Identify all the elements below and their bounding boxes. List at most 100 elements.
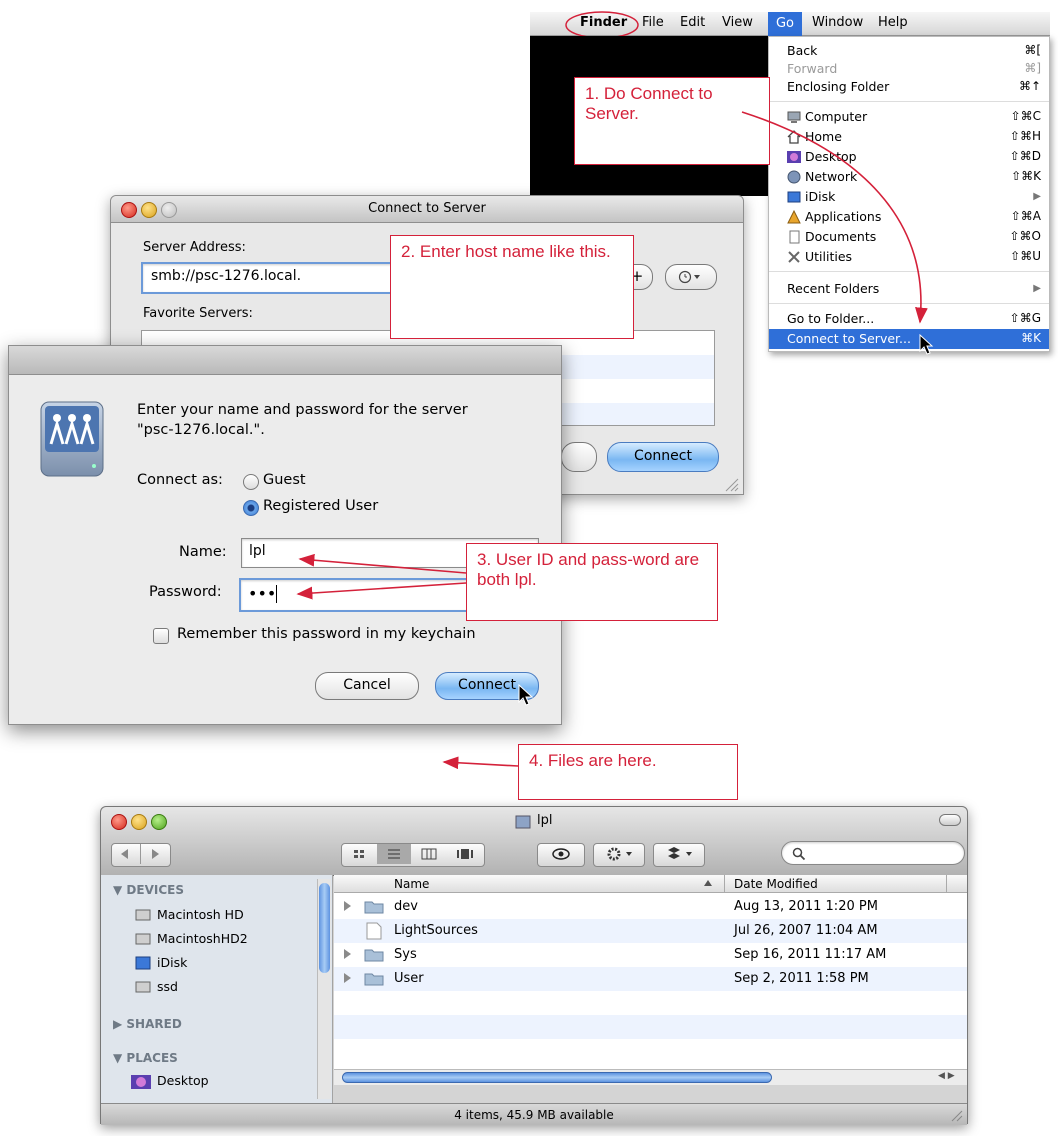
menu-item-applications[interactable]: Applications ⇧⌘A [769,207,1049,227]
menu-item-forward[interactable]: Forward ⌘] [769,59,1049,79]
search-input[interactable] [781,841,965,865]
label: Desktop [805,149,857,164]
window-title: Connect to Server [368,201,486,216]
menu-item-idisk[interactable]: iDisk ▶ [769,187,1049,207]
server-address-value: smb://psc-1276.local. [151,268,302,284]
action-menu-button[interactable] [593,843,645,867]
label: Applications [805,209,882,224]
menu-item-home[interactable]: Home ⇧⌘H [769,127,1049,147]
annotation-step-2: 2. Enter host name like this. [390,235,634,339]
table-row[interactable]: User Sep 2, 2011 1:58 PM [334,967,967,991]
menu-item-enclosing-folder[interactable]: Enclosing Folder ⌘↑ [769,77,1049,97]
connect-button[interactable]: Connect [607,442,719,472]
disclosure-triangle-icon[interactable] [344,973,351,983]
remember-password-checkbox[interactable] [153,628,169,644]
file-date: Sep 16, 2011 11:17 AM [734,947,887,962]
minimize-button[interactable] [141,202,157,218]
table-row[interactable]: LightSources Jul 26, 2007 11:04 AM [334,919,967,943]
shortcut: ⌘↑ [1018,79,1041,93]
disclosure-triangle-icon[interactable] [344,901,351,911]
name-label: Name: [179,544,227,560]
mouse-cursor-icon [518,684,534,706]
guest-radio[interactable] [243,474,259,490]
resize-grip-icon[interactable] [723,476,739,492]
disclosure-triangle-icon[interactable] [344,949,351,959]
shortcut: ⇧⌘K [1011,169,1041,183]
menu-item-back[interactable]: Back ⌘[ [769,41,1049,61]
sidebar-item-label: Desktop [157,1073,209,1088]
documents-icon [789,230,800,244]
zoom-button[interactable] [151,814,167,830]
label: Back [787,43,818,58]
cover-flow-button[interactable] [447,844,483,864]
browse-button[interactable] [561,442,597,472]
menu-edit[interactable]: Edit [680,15,705,30]
quick-look-button[interactable] [537,843,585,867]
minimize-button[interactable] [131,814,147,830]
column-view-button[interactable] [412,844,446,864]
menu-item-documents[interactable]: Documents ⇧⌘O [769,227,1049,247]
history-menu-button[interactable] [665,264,717,290]
sort-ascending-icon [704,880,712,886]
registered-user-radio[interactable] [243,500,259,516]
password-label: Password: [149,584,222,600]
toolbar-toggle-button[interactable] [939,814,961,826]
annotation-text: 3. User ID and pass-word are both lpl. [477,550,700,589]
hard-drive-icon [135,981,151,993]
menu-window[interactable]: Window [812,15,863,30]
dropbox-menu-button[interactable] [653,843,705,867]
close-button[interactable] [111,814,127,830]
sidebar-header-places[interactable]: ▼ PLACES [113,1051,178,1065]
column-header-date[interactable]: Date Modified [734,877,818,891]
label: Go to Folder... [787,311,875,326]
menu-item-recent-folders[interactable]: Recent Folders ▶ [769,279,1049,299]
sidebar-header-shared[interactable]: ▶ SHARED [113,1017,182,1031]
menu-item-desktop[interactable]: Desktop ⇧⌘D [769,147,1049,167]
menu-item-connect-to-server[interactable]: Connect to Server... ⌘K [769,329,1049,349]
label: Enclosing Folder [787,79,890,94]
annotation-text: 4. Files are here. [529,751,657,770]
horizontal-scrollbar[interactable]: ◀ ▶ [334,1069,967,1085]
list-view-button[interactable] [377,844,411,864]
server-address-input[interactable]: smb://psc-1276.local. [141,262,405,294]
finder-sidebar: ▼ DEVICES Macintosh HD MacintoshHD2 iDis… [101,875,333,1103]
menu-item-network[interactable]: Network ⇧⌘K [769,167,1049,187]
server-address-label: Server Address: [143,240,246,255]
label: Utilities [805,249,853,264]
column-header-name[interactable]: Name [394,877,429,891]
sidebar-header-devices[interactable]: ▼ DEVICES [113,883,184,897]
header-label: PLACES [126,1051,178,1065]
scroll-thumb[interactable] [342,1072,772,1083]
menu-item-computer[interactable]: Computer ⇧⌘C [769,107,1049,127]
folder-icon [364,973,384,986]
menu-file[interactable]: File [642,15,664,30]
zoom-button[interactable] [161,202,177,218]
scroll-arrows-icon[interactable]: ◀ ▶ [938,1071,955,1081]
back-arrow-icon[interactable] [121,849,128,859]
menu-view[interactable]: View [722,15,753,30]
menu-help[interactable]: Help [878,15,908,30]
table-row[interactable]: Sys Sep 16, 2011 11:17 AM [334,943,967,967]
scroll-thumb[interactable] [319,883,330,973]
menu-separator [769,303,1049,304]
forward-arrow-icon[interactable] [152,849,159,859]
annotation-step-3: 3. User ID and pass-word are both lpl. [466,543,718,621]
file-date: Aug 13, 2011 1:20 PM [734,899,878,914]
menu-go[interactable]: Go [768,12,802,36]
file-server-icon [40,401,104,477]
close-button[interactable] [121,202,137,218]
label: Connect to Server... [787,331,911,346]
resize-grip-icon[interactable] [949,1108,963,1122]
icon-view-button[interactable] [342,844,376,864]
file-name: Sys [394,947,417,962]
table-row[interactable]: dev Aug 13, 2011 1:20 PM [334,895,967,919]
cancel-button[interactable]: Cancel [315,672,419,700]
header-label: SHARED [126,1017,182,1031]
menu-item-go-to-folder[interactable]: Go to Folder... ⇧⌘G [769,309,1049,329]
menu-separator [769,271,1049,272]
menu-item-utilities[interactable]: Utilities ⇧⌘U [769,247,1049,267]
sidebar-scrollbar[interactable] [317,879,331,1099]
search-icon [792,847,806,861]
status-text: 4 items, 45.9 MB available [454,1108,614,1122]
submenu-arrow-icon: ▶ [1033,191,1041,202]
